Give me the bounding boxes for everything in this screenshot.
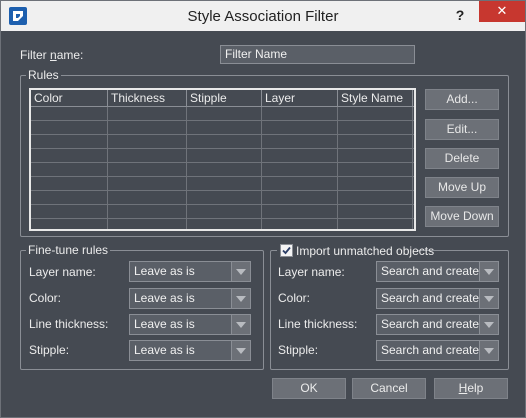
column-header-style-name[interactable]: Style Name [338,90,413,107]
chevron-down-icon[interactable] [479,262,498,281]
fine-tune-thickness-value: Leave as is [134,317,195,331]
import-thickness-select[interactable]: Search and create ch [376,314,499,335]
table-row[interactable] [31,163,414,177]
edit-rule-button[interactable]: Edit... [425,119,499,140]
fine-tune-group-title: Fine-tune rules [26,243,111,257]
fine-tune-stipple-value: Leave as is [134,343,195,357]
filter-name-label-post: ame: [56,48,84,62]
column-header-stipple[interactable]: Stipple [187,90,262,107]
filter-name-label: Filter name: [20,48,83,62]
rules-table-header: Color Thickness Stipple Layer Style Name [31,90,414,107]
fine-tune-layer-select[interactable]: Leave as is [129,261,251,282]
rules-group-title: Rules [26,68,61,82]
context-help-button[interactable]: ? [449,5,471,27]
chevron-down-icon[interactable] [479,315,498,334]
table-row[interactable] [31,191,414,205]
ok-button[interactable]: OK [272,378,346,399]
column-header-layer[interactable]: Layer [262,90,338,107]
checkmark-icon [282,246,291,255]
window-title: Style Association Filter [187,8,339,25]
column-header-thickness[interactable]: Thickness [108,90,187,107]
style-association-filter-dialog: Style Association Filter ? ✕ Filter name… [0,0,526,418]
import-unmatched-checkbox[interactable] [280,244,293,257]
table-row[interactable] [31,177,414,191]
add-rule-button[interactable]: Add... [425,89,499,110]
fine-tune-stipple-select[interactable]: Leave as is [129,340,251,361]
help-button[interactable]: Help [434,378,508,399]
table-row[interactable] [31,107,414,121]
fine-tune-thickness-label: Line thickness: [29,317,109,331]
import-layer-value: Search and create ch [381,264,496,278]
filter-name-input[interactable]: Filter Name [220,45,415,64]
import-unmatched-label[interactable]: Import unmatched objects [296,244,434,258]
fine-tune-color-select[interactable]: Leave as is [129,288,251,309]
chevron-down-icon[interactable] [231,289,250,308]
table-row[interactable] [31,135,414,149]
chevron-down-icon[interactable] [231,262,250,281]
cancel-button[interactable]: Cancel [352,378,426,399]
import-color-select[interactable]: Search and create ch [376,288,499,309]
rules-table[interactable]: Color Thickness Stipple Layer Style Name [29,88,416,231]
help-button-rest: elp [467,381,484,395]
fine-tune-color-value: Leave as is [134,291,195,305]
table-row[interactable] [31,149,414,163]
column-header-color[interactable]: Color [31,90,108,107]
import-thickness-label: Line thickness: [278,317,358,331]
move-up-button[interactable]: Move Up [425,177,499,198]
import-layer-label: Layer name: [278,265,345,279]
fine-tune-stipple-label: Stipple: [29,343,70,357]
import-stipple-select[interactable]: Search and create ch [376,340,499,361]
chevron-down-icon[interactable] [479,341,498,360]
chevron-down-icon[interactable] [231,341,250,360]
import-stipple-label: Stipple: [278,343,319,357]
import-stipple-value: Search and create ch [381,343,496,357]
fine-tune-color-label: Color: [29,291,62,305]
table-row[interactable] [31,121,414,135]
chevron-down-icon[interactable] [479,289,498,308]
import-layer-select[interactable]: Search and create ch [376,261,499,282]
table-row[interactable] [31,205,414,219]
fine-tune-layer-label: Layer name: [29,265,96,279]
filter-name-label-accel: n [50,48,57,62]
move-down-button[interactable]: Move Down [425,206,499,227]
import-thickness-value: Search and create ch [381,317,496,331]
fine-tune-thickness-select[interactable]: Leave as is [129,314,251,335]
filter-name-label-pre: Filter [20,48,50,62]
import-color-value: Search and create ch [381,291,496,305]
title-bar: Style Association Filter ? ✕ [1,1,525,31]
delete-rule-button[interactable]: Delete [425,148,499,169]
import-color-label: Color: [278,291,311,305]
fine-tune-layer-value: Leave as is [134,264,195,278]
chevron-down-icon[interactable] [231,315,250,334]
close-button[interactable]: ✕ [479,1,525,22]
